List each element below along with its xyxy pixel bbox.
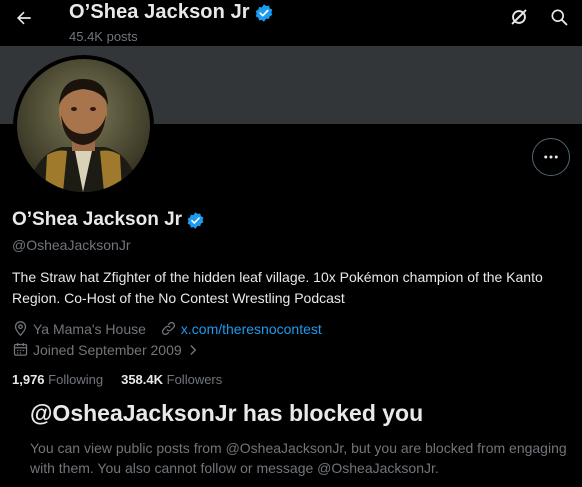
search-icon (551, 9, 568, 26)
followers-count: 358.4K (121, 372, 164, 387)
website-item[interactable]: x.com/theresnocontest (160, 320, 322, 337)
header-title: O’Shea Jackson Jr (69, 1, 250, 23)
blocked-title: @OsheaJacksonJr has blocked you (30, 400, 424, 426)
profile-meta-row: Ya Mama's House x.com/theresnocontest (12, 320, 322, 337)
profile-name-row: O’Shea Jackson Jr (12, 209, 205, 231)
profile-handle: @OsheaJacksonJr (12, 237, 131, 253)
verified-badge-icon (255, 3, 272, 22)
location-text: Ya Mama's House (33, 320, 146, 337)
joined-text: Joined September 2009 (33, 341, 182, 358)
back-button[interactable] (8, 2, 40, 34)
joined-item[interactable]: Joined September 2009 (12, 341, 200, 358)
search-button[interactable] (546, 4, 572, 30)
avatar[interactable] (13, 55, 154, 196)
following-link[interactable]: 1,976 Following (12, 372, 103, 387)
chevron-right-icon (190, 344, 196, 355)
location-item: Ya Mama's House (12, 320, 146, 337)
joined-row[interactable]: Joined September 2009 (12, 341, 200, 358)
website-link[interactable]: x.com/theresnocontest (181, 321, 322, 337)
calendar-icon (13, 343, 28, 356)
avatar-portrait-image (17, 59, 150, 192)
following-label: Following (48, 372, 104, 387)
header-title-block: O’Shea Jackson Jr 45.4K posts (69, 1, 274, 44)
more-options-button[interactable] (532, 138, 570, 176)
profile-display-name: O’Shea Jackson Jr (12, 209, 183, 230)
posts-count: 45.4K posts (69, 29, 138, 44)
grok-button[interactable] (506, 4, 532, 30)
more-dots-icon (544, 155, 558, 159)
back-arrow-icon (17, 11, 31, 25)
profile-bio: The Straw hat Zfighter of the hidden lea… (12, 269, 543, 306)
verified-badge-icon[interactable] (186, 211, 205, 230)
location-pin-icon (14, 321, 27, 337)
grok-icon (511, 9, 527, 25)
header-actions (506, 4, 572, 30)
following-count: 1,976 (12, 372, 45, 387)
blocked-description: You can view public posts from @OsheaJac… (30, 440, 567, 476)
followers-link[interactable]: 358.4K Followers (121, 372, 222, 387)
follow-counts: 1,976 Following 358.4K Followers (12, 372, 222, 387)
top-bar: O’Shea Jackson Jr 45.4K posts (0, 0, 582, 46)
followers-label: Followers (166, 372, 223, 387)
link-icon (161, 321, 175, 336)
